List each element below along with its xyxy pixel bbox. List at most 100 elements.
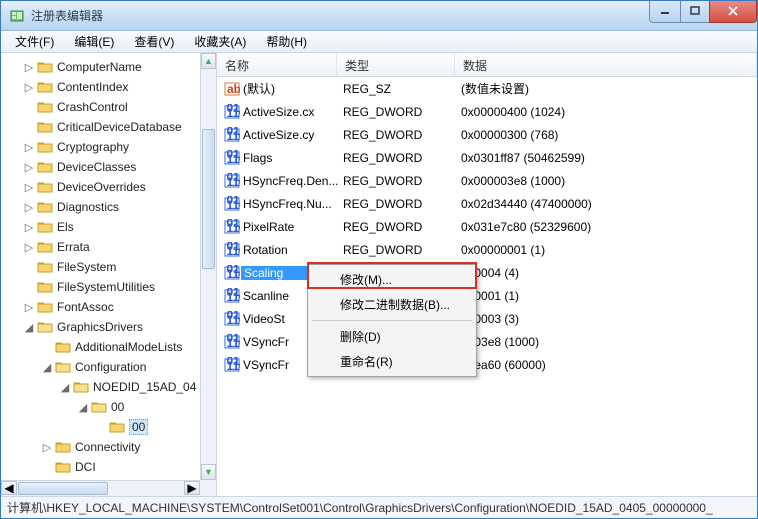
tree-pane: ▷ComputerName▷ContentIndexCrashControl Cr… (1, 53, 217, 496)
expand-toggle[interactable]: ▷ (23, 61, 35, 74)
tree-node[interactable]: ◢Configuration (1, 357, 216, 377)
tree-node[interactable]: FileSystem (1, 257, 216, 277)
tree-node[interactable]: FileSystemUtilities (1, 277, 216, 297)
ctx-delete[interactable]: 删除(D) (310, 324, 474, 349)
tree-node[interactable]: ◢ 00 (1, 397, 216, 417)
tree-node[interactable]: ▷Cryptography (1, 137, 216, 157)
value-row[interactable]: 011110HSyncFreq.Nu...REG_DWORD0x02d34440… (217, 192, 757, 215)
folder-icon (109, 420, 125, 434)
tree-node[interactable]: ▷Diagnostics (1, 197, 216, 217)
value-row[interactable]: 011110VideoSt000003 (3) (217, 307, 757, 330)
string-icon: ab (223, 81, 241, 97)
tree-node[interactable]: ▷Els (1, 217, 216, 237)
menu-help[interactable]: 帮助(H) (256, 31, 317, 52)
value-data: 0x02d34440 (47400000) (461, 197, 757, 211)
tree-node[interactable]: ▷FontAssoc (1, 297, 216, 317)
expand-toggle[interactable]: ▷ (23, 201, 35, 214)
dword-icon: 011110 (223, 127, 241, 143)
dword-icon: 011110 (223, 150, 241, 166)
value-row[interactable]: 011110VSyncFr0003e8 (1000) (217, 330, 757, 353)
titlebar[interactable]: 注册表编辑器 (1, 1, 757, 31)
tree-node[interactable]: ◢ GraphicsDrivers (1, 317, 216, 337)
tree-label: GraphicsDrivers (57, 320, 143, 334)
expand-toggle[interactable]: ▷ (23, 181, 35, 194)
value-row[interactable]: 011110FlagsREG_DWORD0x0301ff87 (50462599… (217, 146, 757, 169)
tree-node[interactable]: 00 (1, 417, 216, 437)
value-name: Rotation (241, 243, 343, 257)
ctx-sep (312, 320, 472, 321)
tree-node[interactable]: CrashControl (1, 97, 216, 117)
tree-node[interactable]: DCI (1, 457, 216, 477)
tree-node[interactable]: ▷ContentIndex (1, 77, 216, 97)
tree-node[interactable]: ▷Errata (1, 237, 216, 257)
menu-file[interactable]: 文件(F) (5, 31, 64, 52)
expand-toggle[interactable]: ▷ (23, 161, 35, 174)
value-row[interactable]: 011110RotationREG_DWORD0x00000001 (1) (217, 238, 757, 261)
folder-icon (73, 380, 89, 394)
tree-node[interactable]: ▷DeviceOverrides (1, 177, 216, 197)
tree-vscroll[interactable]: ▲ ▼ (200, 53, 216, 480)
value-row[interactable]: 011110PixelRateREG_DWORD0x031e7c80 (5232… (217, 215, 757, 238)
regedit-window: 注册表编辑器 文件(F) 编辑(E) 查看(V) 收藏夹(A) 帮助(H) ▷C… (0, 0, 758, 519)
expand-toggle[interactable]: ▷ (41, 441, 53, 454)
menu-fav[interactable]: 收藏夹(A) (184, 31, 256, 52)
minimize-button[interactable] (649, 1, 681, 23)
value-data: 0x000003e8 (1000) (461, 174, 757, 188)
expand-toggle[interactable]: ▷ (23, 81, 35, 94)
ctx-modify[interactable]: 修改(M)... (310, 267, 474, 292)
expand-toggle[interactable]: ▷ (23, 141, 35, 154)
folder-icon (37, 300, 53, 314)
expand-toggle[interactable]: ◢ (23, 321, 35, 334)
menu-edit[interactable]: 编辑(E) (64, 31, 124, 52)
svg-text:110: 110 (227, 106, 241, 120)
value-row[interactable]: 011110ActiveSize.cxREG_DWORD0x00000400 (… (217, 100, 757, 123)
expand-toggle[interactable]: ◢ (59, 381, 71, 394)
value-row[interactable]: 011110Scanline000001 (1) (217, 284, 757, 307)
tree[interactable]: ▷ComputerName▷ContentIndexCrashControl Cr… (1, 53, 216, 496)
value-data: 0x00000300 (768) (461, 128, 757, 142)
tree-label: FileSystem (57, 260, 116, 274)
value-data: 000003 (3) (461, 312, 757, 326)
list-body[interactable]: ab(默认)REG_SZ(数值未设置)011110ActiveSize.cxRE… (217, 77, 757, 376)
expand-toggle[interactable]: ◢ (41, 361, 53, 374)
body: ▷ComputerName▷ContentIndexCrashControl Cr… (1, 53, 757, 496)
tree-node[interactable]: ◢ NOEDID_15AD_04 (1, 377, 216, 397)
status-path: 计算机\HKEY_LOCAL_MACHINE\SYSTEM\ControlSet… (7, 499, 713, 516)
value-row[interactable]: 011110ActiveSize.cyREG_DWORD0x00000300 (… (217, 123, 757, 146)
value-data: 0003e8 (1000) (461, 335, 757, 349)
svg-text:110: 110 (227, 198, 241, 212)
value-row[interactable]: 011110HSyncFreq.Den...REG_DWORD0x000003e… (217, 169, 757, 192)
value-row[interactable]: 011110VSyncFr00ea60 (60000) (217, 353, 757, 376)
menu-view[interactable]: 查看(V) (124, 31, 184, 52)
tree-node[interactable]: ▷ Connectivity (1, 437, 216, 457)
col-name[interactable]: 名称 (217, 53, 337, 76)
svg-text:110: 110 (227, 359, 241, 373)
expand-toggle[interactable]: ▷ (23, 221, 35, 234)
tree-label: Connectivity (75, 440, 140, 454)
tree-node[interactable]: ▷ComputerName (1, 57, 216, 77)
window-controls (650, 1, 757, 23)
close-button[interactable] (709, 1, 757, 23)
ctx-modify-binary[interactable]: 修改二进制数据(B)... (310, 292, 474, 317)
expand-toggle[interactable]: ▷ (23, 301, 35, 314)
col-data[interactable]: 数据 (455, 53, 757, 76)
tree-label: CriticalDeviceDatabase (57, 120, 182, 134)
ctx-rename[interactable]: 重命名(R) (310, 349, 474, 374)
maximize-button[interactable] (680, 1, 710, 23)
expand-toggle[interactable]: ▷ (23, 241, 35, 254)
tree-node[interactable]: AdditionalModeLists (1, 337, 216, 357)
tree-label: NOEDID_15AD_04 (93, 380, 196, 394)
tree-hscroll[interactable]: ◀ ▶ (1, 480, 200, 496)
value-data: (数值未设置) (461, 80, 757, 97)
value-name: ActiveSize.cy (241, 128, 343, 142)
tree-label: 00 (111, 400, 124, 414)
list-header: 名称 类型 数据 (217, 53, 757, 77)
value-row[interactable]: 011110Scaling000004 (4) (217, 261, 757, 284)
folder-icon (37, 260, 53, 274)
value-row[interactable]: ab(默认)REG_SZ(数值未设置) (217, 77, 757, 100)
tree-node[interactable]: CriticalDeviceDatabase (1, 117, 216, 137)
tree-node[interactable]: ▷DeviceClasses (1, 157, 216, 177)
tree-label: AdditionalModeLists (75, 340, 182, 354)
expand-toggle[interactable]: ◢ (77, 401, 89, 414)
col-type[interactable]: 类型 (337, 53, 455, 76)
